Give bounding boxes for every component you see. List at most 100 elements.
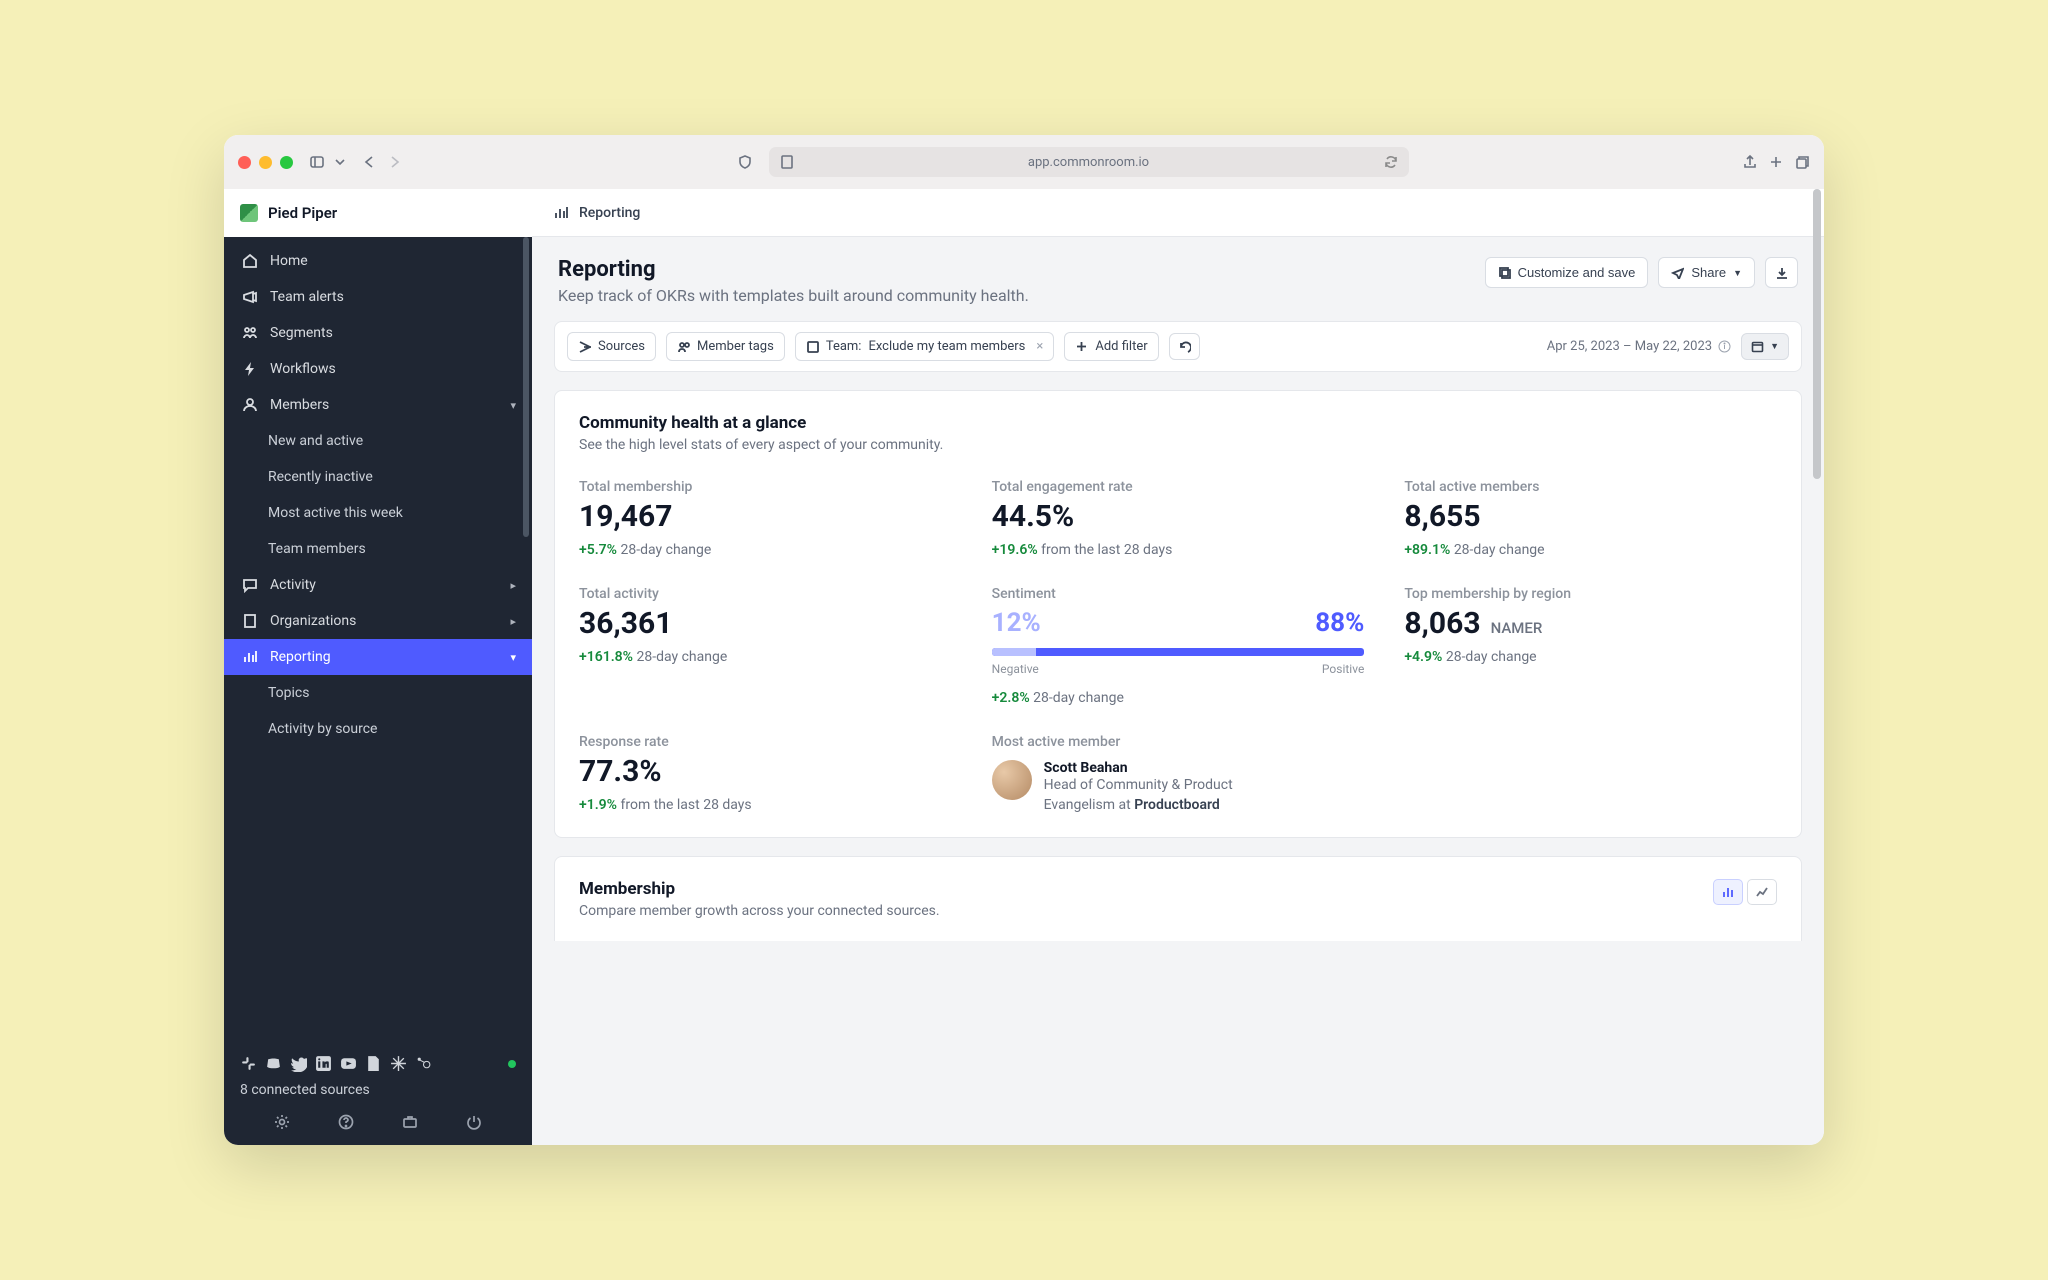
copy-icon [1498, 266, 1511, 279]
sidebar-item-reporting[interactable]: Reporting ▾ [224, 639, 532, 675]
workspace-name: Pied Piper [268, 204, 337, 222]
date-picker-button[interactable]: ▼ [1741, 333, 1789, 360]
sidebar-item-topics[interactable]: Topics [224, 675, 532, 711]
page-title: Reporting [558, 257, 1469, 282]
bar-chart-icon [1721, 885, 1735, 899]
browser-chrome: app.commonroom.io [224, 135, 1824, 189]
sidebar-item-home[interactable]: Home [224, 243, 532, 279]
lightning-icon [242, 361, 258, 377]
sidebar-item-activity[interactable]: Activity ▸ [224, 567, 532, 603]
filter-bar: Sources Member tags Team: Exclude my tea… [554, 321, 1802, 372]
help-icon[interactable] [338, 1114, 355, 1131]
page-subtitle: Keep track of OKRs with templates built … [558, 286, 1469, 305]
download-button[interactable] [1765, 257, 1798, 288]
sentiment-negative-value: 12% [992, 608, 1041, 638]
gear-icon[interactable] [274, 1114, 291, 1131]
discord-icon [265, 1055, 282, 1072]
twitter-icon [290, 1055, 307, 1072]
download-icon [1775, 266, 1788, 279]
sources-count-label[interactable]: 8 connected sources [240, 1082, 516, 1098]
sidebar-item-workflows[interactable]: Workflows [224, 351, 532, 387]
member-role: Head of Community & Product Evangelism a… [1044, 776, 1304, 815]
chevron-down-icon: ▼ [1733, 268, 1742, 278]
page-header: Reporting Keep track of OKRs with templa… [532, 237, 1824, 321]
chat-icon [242, 577, 258, 593]
customize-save-button[interactable]: Customize and save [1485, 257, 1649, 288]
scrollbar-thumb[interactable] [1813, 189, 1821, 479]
panel-subtitle: Compare member growth across your connec… [579, 903, 1701, 919]
sidebar-item-team-alerts[interactable]: Team alerts [224, 279, 532, 315]
chevron-down-icon[interactable] [335, 157, 345, 167]
line-chart-icon [1755, 885, 1769, 899]
remove-filter-icon[interactable]: × [1036, 339, 1043, 354]
add-filter-button[interactable]: Add filter [1064, 332, 1158, 361]
snowflake-icon [390, 1055, 407, 1072]
back-icon[interactable] [361, 154, 377, 170]
stat-active-members: Total active members 8,655 +89.1% 28-day… [1404, 479, 1777, 558]
megaphone-icon [242, 289, 258, 305]
member-name[interactable]: Scott Beahan [1044, 760, 1304, 776]
avatar [992, 760, 1032, 800]
chart-icon [554, 205, 569, 220]
breadcrumb-label: Reporting [579, 205, 640, 221]
doc-icon [365, 1055, 382, 1072]
users-icon [242, 325, 258, 341]
linkedin-icon [315, 1055, 332, 1072]
sidebar-item-team-members[interactable]: Team members [224, 531, 532, 567]
building-icon [242, 613, 258, 629]
traffic-lights[interactable] [238, 156, 293, 169]
filter-member-tags[interactable]: Member tags [666, 332, 785, 361]
connected-source-icons[interactable] [240, 1055, 516, 1072]
share-button[interactable]: Share ▼ [1658, 257, 1755, 288]
sidebar-item-recently-inactive[interactable]: Recently inactive [224, 459, 532, 495]
chevron-down-icon: ▾ [510, 399, 516, 412]
status-dot [508, 1060, 516, 1068]
minimize-window-button[interactable] [259, 156, 272, 169]
toggle-bar-chart[interactable] [1713, 879, 1743, 905]
reader-icon [779, 154, 795, 170]
breadcrumb: Reporting [532, 189, 1824, 237]
stat-sentiment: Sentiment 12% 88% Negative Positive +2.8… [992, 586, 1365, 706]
close-window-button[interactable] [238, 156, 251, 169]
new-tab-icon[interactable] [1768, 154, 1784, 170]
toggle-line-chart[interactable] [1747, 879, 1777, 905]
power-icon[interactable] [466, 1114, 483, 1131]
stat-total-activity: Total activity 36,361 +161.8% 28-day cha… [579, 586, 952, 706]
stat-top-region: Top membership by region 8,063NAMER +4.9… [1404, 586, 1777, 706]
app-frame: Pied Piper Home Team alerts Segments [224, 189, 1824, 1145]
sidebar-item-organizations[interactable]: Organizations ▸ [224, 603, 532, 639]
share-icon[interactable] [1742, 154, 1758, 170]
tag-users-icon [677, 340, 690, 353]
filter-sources[interactable]: Sources [567, 332, 656, 361]
sidebar: Pied Piper Home Team alerts Segments [224, 189, 532, 1145]
stat-engagement-rate: Total engagement rate 44.5% +19.6% from … [992, 479, 1365, 558]
briefcase-icon[interactable] [402, 1114, 419, 1131]
home-icon [242, 253, 258, 269]
info-icon[interactable] [1718, 340, 1731, 353]
shield-icon[interactable] [737, 154, 753, 170]
forward-icon[interactable] [387, 154, 403, 170]
sidebar-item-members[interactable]: Members ▾ [224, 387, 532, 423]
chevron-down-icon: ▼ [1770, 341, 1779, 352]
workspace-switcher[interactable]: Pied Piper [224, 189, 532, 237]
date-range-label: Apr 25, 2023 – May 22, 2023 [1547, 339, 1731, 354]
reload-icon[interactable] [1383, 154, 1399, 170]
panel-title: Membership [579, 879, 1701, 899]
address-bar[interactable]: app.commonroom.io [769, 147, 1409, 177]
share-arrow-icon [1671, 266, 1684, 279]
tabs-icon[interactable] [1794, 154, 1810, 170]
youtube-icon [340, 1055, 357, 1072]
undo-icon [1178, 340, 1191, 353]
sidebar-item-new-active[interactable]: New and active [224, 423, 532, 459]
sidebar-toggle-icon[interactable] [309, 154, 325, 170]
chevron-down-icon: ▾ [510, 651, 516, 664]
reset-filters-button[interactable] [1169, 333, 1200, 360]
filter-team[interactable]: Team: Exclude my team members × [795, 332, 1055, 361]
maximize-window-button[interactable] [280, 156, 293, 169]
sentiment-bar [992, 648, 1365, 656]
sidebar-item-segments[interactable]: Segments [224, 315, 532, 351]
sidebar-item-activity-by-source[interactable]: Activity by source [224, 711, 532, 747]
panel-title: Community health at a glance [579, 413, 1777, 433]
workspace-logo [240, 204, 258, 222]
sidebar-item-most-active-week[interactable]: Most active this week [224, 495, 532, 531]
